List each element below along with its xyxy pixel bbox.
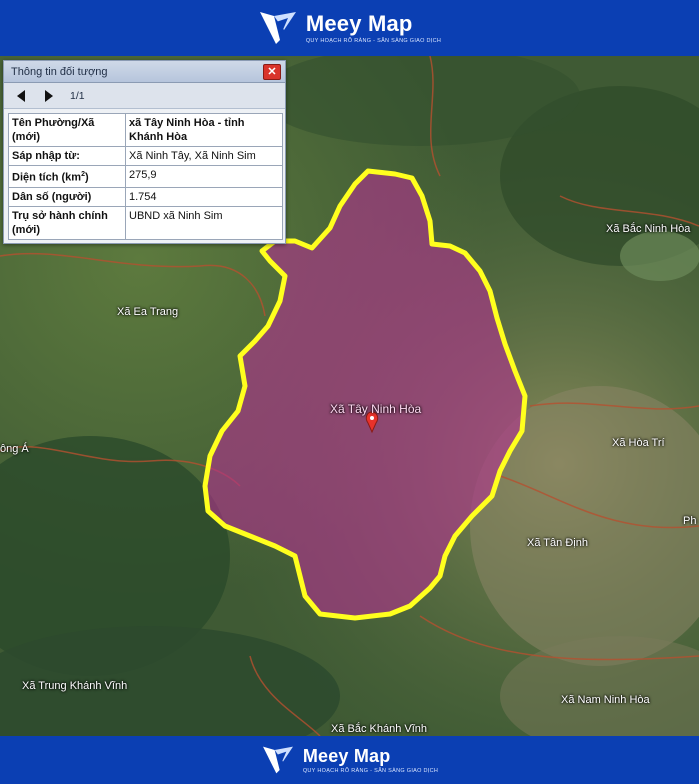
table-row: Dân số (người) 1.754 xyxy=(8,186,283,207)
info-value: xã Tây Ninh Hòa - tỉnh Khánh Hòa xyxy=(125,113,283,147)
info-key: Dân số (người) xyxy=(8,186,126,207)
pager-count: 1/1 xyxy=(70,89,85,102)
label-left-edge: ông Á xyxy=(0,443,29,455)
feature-info-panel: Thông tin đối tượng ✕ 1/1 Tên Phường/Xã … xyxy=(3,60,286,244)
close-button[interactable]: ✕ xyxy=(263,64,281,80)
label-tan-dinh: Xã Tân Định xyxy=(527,537,588,549)
label-bac-khanh-vinh: Xã Bắc Khánh Vĩnh xyxy=(331,723,428,735)
header-bar: Meey Map QUY HOẠCH RÕ RÀNG - SẴN SÀNG GI… xyxy=(0,0,699,56)
meey-map-page: Meey Map QUY HOẠCH RÕ RÀNG - SẴN SÀNG GI… xyxy=(0,0,699,784)
info-key: Diện tích (km2) xyxy=(8,165,126,188)
next-button[interactable] xyxy=(42,88,56,104)
info-value: UBND xã Ninh Sim xyxy=(125,205,283,240)
footer-brand-name: Meey Map xyxy=(302,746,391,766)
table-row: Trụ sở hành chính (mới) UBND xã Ninh Sim xyxy=(8,205,283,240)
table-row: Sáp nhập từ: Xã Ninh Tây, Xã Ninh Sim xyxy=(8,146,283,166)
triangle-left-icon xyxy=(17,89,25,102)
table-row: Diện tích (km2) 275,9 xyxy=(8,165,283,188)
footer-bar: Meey Map QUY HOẠCH RÕ RÀNG - SẴN SÀNG GI… xyxy=(0,736,699,784)
footer-brand-logo[interactable]: Meey Map QUY HOẠCH RÕ RÀNG - SẴN SÀNG GI… xyxy=(261,745,438,775)
info-value: Xã Ninh Tây, Xã Ninh Sim xyxy=(125,146,283,166)
panel-pager: 1/1 xyxy=(4,83,285,109)
label-hoa-tri: Xã Hòa Trí xyxy=(612,437,665,449)
brand-logo[interactable]: Meey Map QUY HOẠCH RÕ RÀNG - SẴN SÀNG GI… xyxy=(258,10,441,46)
info-key: Sáp nhập từ: xyxy=(8,146,126,166)
prev-button[interactable] xyxy=(14,88,28,104)
info-key-tail: ) xyxy=(84,171,89,184)
panel-title: Thông tin đối tượng xyxy=(11,65,108,78)
info-key-text: Diện tích (km xyxy=(12,171,82,184)
label-tay-ninh-hoa: Xã Tây Ninh Hòa xyxy=(330,402,422,416)
info-key: Tên Phường/Xã (mới) xyxy=(8,113,126,147)
meey-logo-icon xyxy=(259,12,296,44)
brand-name: Meey Map xyxy=(305,11,413,36)
info-table: Tên Phường/Xã (mới) xã Tây Ninh Hòa - tỉ… xyxy=(8,113,283,240)
info-value: 275,9 xyxy=(125,165,283,188)
label-right-edge: Ph xyxy=(683,515,697,527)
brand-tagline: QUY HOẠCH RÕ RÀNG - SẴN SÀNG GIAO DỊCH xyxy=(305,38,442,44)
meey-logo-icon xyxy=(262,746,293,774)
table-row: Tên Phường/Xã (mới) xã Tây Ninh Hòa - tỉ… xyxy=(8,113,283,147)
label-trung-khanh-vinh: Xã Trung Khánh Vĩnh xyxy=(22,680,128,692)
label-bac-ninh-hoa: Xã Bắc Ninh Hòa xyxy=(606,223,691,235)
info-value: 1.754 xyxy=(125,186,283,207)
label-nam-ninh-hoa: Xã Nam Ninh Hòa xyxy=(561,694,650,706)
label-ea-trang: Xã Ea Trang xyxy=(117,306,179,318)
info-key: Trụ sở hành chính (mới) xyxy=(8,205,126,240)
panel-title-bar[interactable]: Thông tin đối tượng ✕ xyxy=(4,61,285,83)
triangle-right-icon xyxy=(45,89,53,102)
footer-brand-tagline: QUY HOẠCH RÕ RÀNG - SẴN SÀNG GIAO DỊCH xyxy=(302,768,439,774)
